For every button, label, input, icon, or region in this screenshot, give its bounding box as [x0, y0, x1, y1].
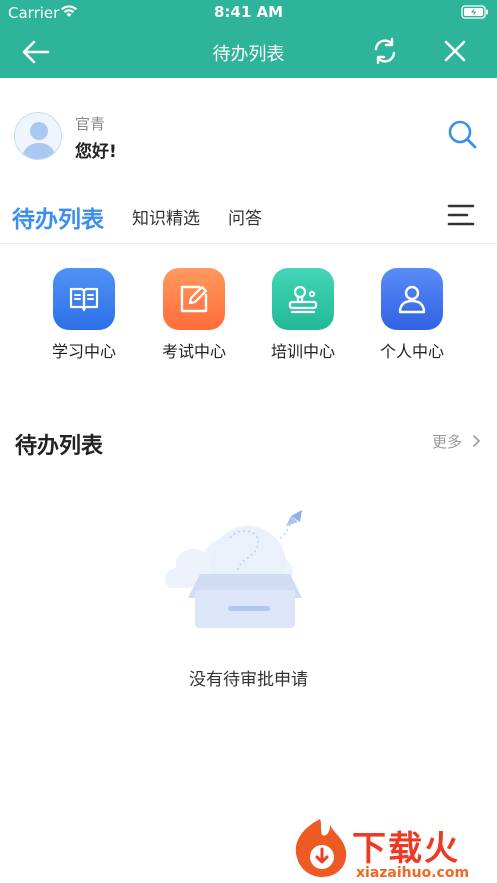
user-greeting: 您好! [75, 142, 117, 162]
book-icon [69, 287, 99, 312]
shortcut-grid: 学习中心 考试中心 培训中心 个人中心 [0, 268, 497, 368]
shortcut-learning-center[interactable]: 学习中心 [39, 268, 129, 363]
tab-qa[interactable]: 问答 [228, 204, 262, 229]
tab-todo-list[interactable]: 待办列表 [12, 200, 104, 234]
user-header: 官青 您好! [0, 100, 497, 176]
learning-tile [53, 268, 115, 330]
tab-bar: 待办列表 知识精选 问答 [0, 190, 497, 244]
empty-box-illustration [164, 510, 302, 628]
stamp-icon [288, 285, 318, 314]
nav-bar: 待办列表 [0, 26, 497, 78]
shortcut-label: 考试中心 [161, 342, 226, 361]
training-tile [272, 268, 334, 330]
close-icon[interactable] [442, 38, 468, 64]
exam-tile [163, 268, 225, 330]
battery-icon [461, 5, 488, 19]
personal-tile [381, 268, 443, 330]
shortcut-training-center[interactable]: 培训中心 [258, 268, 348, 363]
watermark-main: 下载火 [352, 829, 460, 869]
watermark-logo: 下载火 xiazaihuo.com [290, 815, 495, 883]
refresh-icon[interactable] [370, 36, 400, 66]
chevron-right-icon [472, 435, 480, 447]
shortcut-label: 个人中心 [379, 342, 444, 361]
search-icon[interactable] [446, 118, 478, 150]
shortcut-label: 学习中心 [51, 342, 116, 361]
avatar[interactable] [14, 112, 62, 160]
person-icon [398, 285, 426, 314]
status-bar: Carrier 8:41 AM [0, 0, 497, 26]
user-name: 官青 [75, 115, 106, 133]
empty-state-text: 没有待审批申请 [189, 670, 308, 690]
more-label: 更多 [432, 433, 463, 451]
nav-title: 待办列表 [212, 44, 285, 65]
edit-icon [180, 285, 208, 313]
tab-knowledge[interactable]: 知识精选 [132, 204, 200, 229]
flame-logo-icon [295, 819, 347, 877]
watermark-sub: xiazaihuo.com [356, 865, 470, 881]
section-title: 待办列表 [15, 434, 104, 459]
more-link[interactable]: 更多 [432, 431, 483, 452]
status-time: 8:41 AM [213, 3, 284, 21]
menu-icon[interactable] [447, 202, 475, 228]
default-avatar-icon [21, 122, 57, 159]
shortcut-exam-center[interactable]: 考试中心 [149, 268, 239, 363]
shortcut-personal-center[interactable]: 个人中心 [367, 268, 457, 363]
shortcut-label: 培训中心 [270, 342, 335, 361]
